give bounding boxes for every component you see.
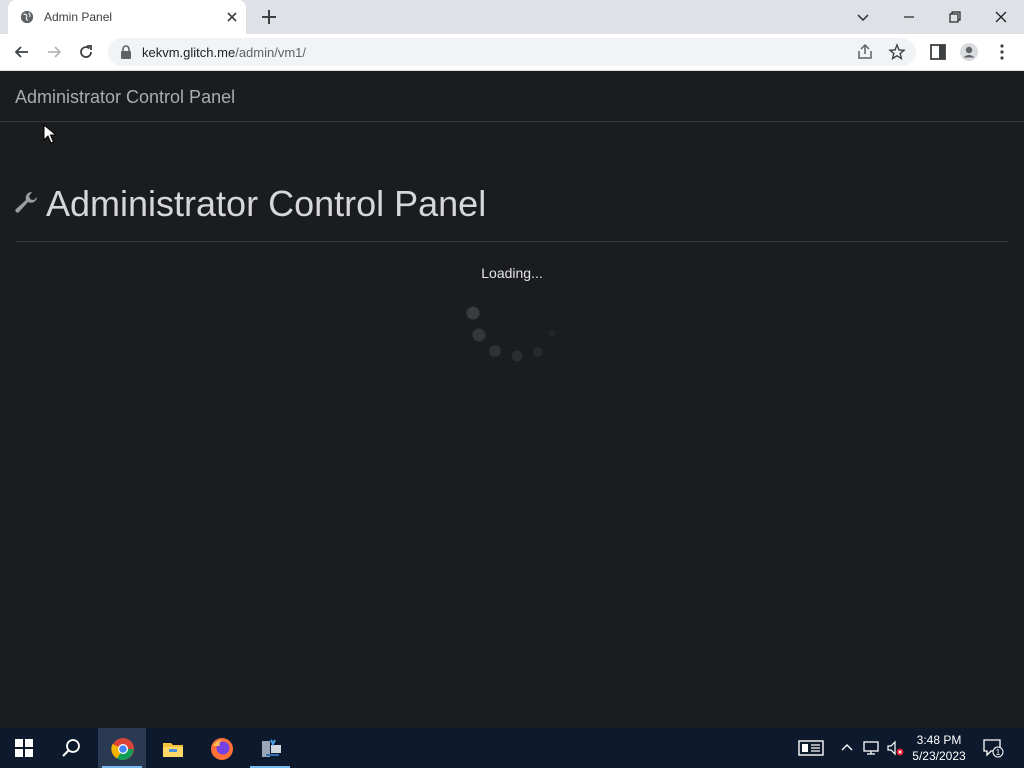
taskbar-app-firefox[interactable] [197, 728, 245, 768]
chevron-up-icon[interactable] [838, 739, 856, 757]
share-icon[interactable] [856, 43, 874, 61]
forward-icon[interactable] [44, 42, 64, 62]
taskbar-app-network[interactable] [246, 728, 294, 768]
notification-count: 1 [996, 748, 1001, 757]
firefox-icon [211, 738, 233, 760]
chrome-icon [111, 738, 134, 760]
tab-admin-panel[interactable]: Admin Panel [8, 0, 246, 34]
restore-icon[interactable] [944, 6, 966, 28]
tab-search-icon[interactable] [852, 6, 874, 28]
clock-time: 3:48 PM [916, 733, 962, 747]
clock-date: 5/23/2023 [912, 749, 966, 763]
minimize-icon[interactable] [898, 6, 920, 28]
mouse-cursor-icon [43, 124, 57, 144]
bookmark-star-icon[interactable] [888, 43, 906, 61]
browser-tab-strip: Admin Panel [0, 0, 1024, 34]
profile-avatar-icon[interactable] [959, 42, 979, 62]
globe-icon [20, 10, 34, 24]
network-app-icon [262, 739, 281, 757]
loading-text: Loading... [481, 265, 543, 281]
page-content: Administrator Control Panel Administrato… [0, 71, 1024, 728]
file-explorer-icon [163, 743, 183, 757]
browser-toolbar: kekvm.glitch.me/admin/vm1/ [0, 34, 1024, 71]
back-icon[interactable] [12, 42, 32, 62]
reload-icon[interactable] [76, 42, 96, 62]
loading-spinner-icon [466, 306, 556, 362]
divider [15, 241, 1009, 242]
lock-icon[interactable] [120, 45, 132, 59]
tab-title: Admin Panel [44, 10, 113, 24]
windows-taskbar: 3:48 PM 5/23/2023 1 [0, 728, 1024, 768]
new-tab-icon[interactable] [260, 8, 278, 26]
search-button[interactable] [48, 728, 96, 768]
side-panel-icon[interactable] [928, 42, 948, 62]
wrench-icon [15, 191, 37, 213]
search-icon [62, 739, 80, 757]
taskbar-app-chrome[interactable] [98, 728, 146, 768]
close-tab-icon[interactable] [224, 9, 240, 25]
taskbar-app-file-explorer[interactable] [148, 728, 196, 768]
url-path: /admin/vm1/ [235, 45, 307, 60]
system-clock[interactable]: 3:48 PM 5/23/2023 [906, 732, 972, 764]
address-bar[interactable]: kekvm.glitch.me/admin/vm1/ [108, 38, 916, 66]
site-navbar: Administrator Control Panel [0, 71, 1024, 122]
windows-logo-icon [15, 739, 33, 757]
keyboard-language-icon[interactable] [798, 739, 824, 757]
close-window-icon[interactable] [990, 6, 1012, 28]
url-text[interactable]: kekvm.glitch.me/admin/vm1/ [142, 45, 306, 60]
network-status-icon[interactable] [862, 739, 880, 757]
page-title-text: Administrator Control Panel [46, 183, 487, 224]
navbar-brand[interactable]: Administrator Control Panel [15, 87, 235, 108]
notification-center-icon[interactable]: 1 [982, 738, 1004, 758]
url-host: kekvm.glitch.me [142, 45, 236, 60]
menu-kebab-icon[interactable] [992, 42, 1012, 62]
start-button[interactable] [0, 728, 48, 768]
volume-muted-icon[interactable] [886, 739, 904, 757]
